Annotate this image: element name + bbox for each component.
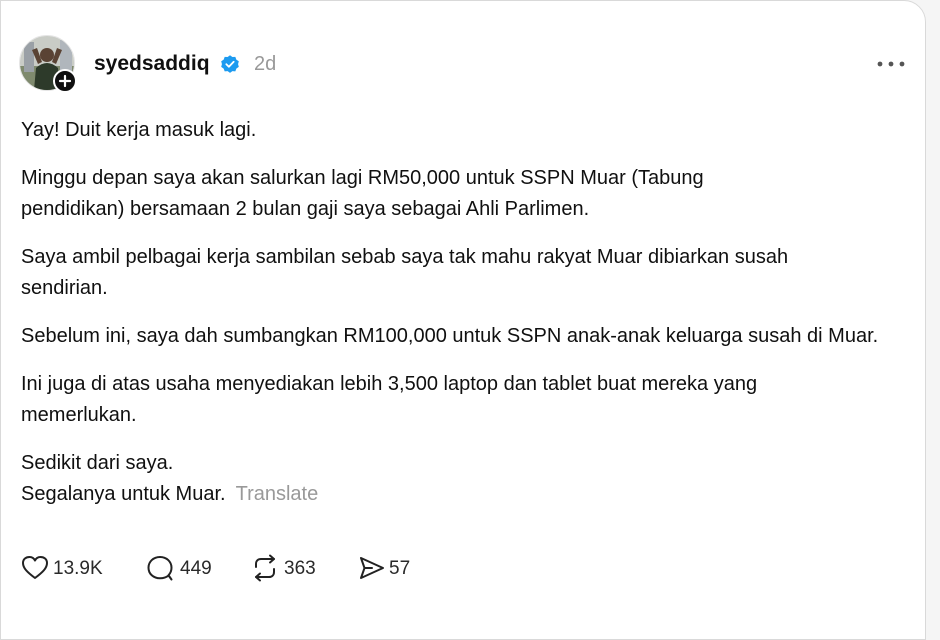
post-card: syedsaddiq 2d Yay! Duit kerja masuk lagi… [0,0,926,640]
closing-line-2: Segalanya untuk Muar. [21,483,226,505]
comment-count: 449 [180,558,212,579]
plus-icon [58,74,72,88]
closing-line-1: Sedikit dari saya. [21,452,174,474]
post-paragraph: Minggu depan saya akan salurkan lagi RM5… [21,167,704,220]
username[interactable]: syedsaddiq [94,52,210,76]
more-icon[interactable] [876,59,906,69]
comment-icon [147,556,173,581]
follow-badge[interactable] [53,69,77,93]
post-paragraph: Ini juga di atas usaha menyediakan lebih… [21,373,758,426]
translate-link[interactable]: Translate [236,483,319,505]
repost-count: 363 [284,558,316,579]
share-count: 57 [389,558,411,579]
post-time[interactable]: 2d [254,53,276,76]
heart-icon [22,556,48,579]
post-paragraph: Sebelum ini, saya dah sumbangkan RM100,0… [21,325,879,347]
post-closing: Sedikit dari saya. Segalanya untuk Muar.… [21,448,911,510]
repost-icon [255,554,275,582]
avatar-container[interactable] [19,35,77,93]
post-body: Yay! Duit kerja masuk lagi. Minggu depan… [21,115,911,527]
post-paragraph: Saya ambil pelbagai kerja sambilan sebab… [21,246,789,299]
post-actions: 13.9K 449 363 57 [21,554,521,584]
like-count: 13.9K [53,558,103,579]
share-icon [360,557,384,579]
post-header: syedsaddiq 2d [19,35,909,93]
post-paragraph: Yay! Duit kerja masuk lagi. [21,119,257,141]
verified-badge-icon [221,55,239,73]
